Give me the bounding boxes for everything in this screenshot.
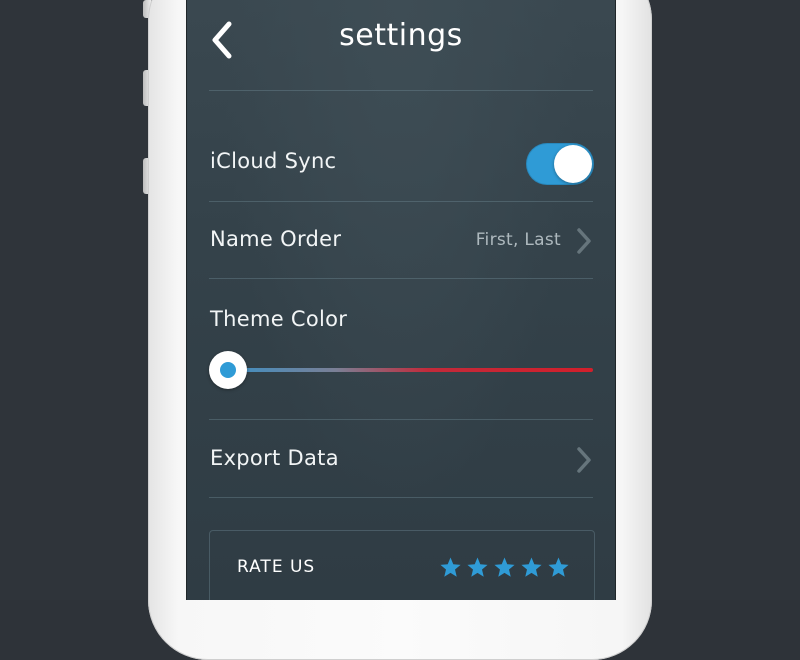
theme-color-slider-handle[interactable] <box>209 351 247 389</box>
star-icon[interactable] <box>439 556 462 579</box>
settings-screen: settings iCloud Sync Name Order First, L… <box>186 0 616 600</box>
name-order-label: Name Order <box>210 227 342 251</box>
star-icon[interactable] <box>547 556 570 579</box>
divider <box>209 278 593 279</box>
divider <box>209 419 593 420</box>
star-icon[interactable] <box>466 556 489 579</box>
divider <box>209 90 593 91</box>
name-order-value: First, Last <box>475 230 561 250</box>
rate-us-panel: RATE US <box>209 530 595 600</box>
slider-handle-dot <box>220 362 236 378</box>
star-icon[interactable] <box>520 556 543 579</box>
divider <box>209 201 593 202</box>
icloud-sync-label: iCloud Sync <box>210 149 337 173</box>
page-title: settings <box>339 18 463 53</box>
rate-us-label: RATE US <box>237 557 316 577</box>
theme-color-label: Theme Color <box>210 307 348 331</box>
navigation-bar: settings <box>187 0 615 90</box>
icloud-sync-toggle[interactable] <box>526 143 594 185</box>
chevron-right-icon[interactable] <box>575 446 593 474</box>
toggle-knob <box>554 145 592 183</box>
theme-color-slider-track[interactable] <box>227 368 593 372</box>
chevron-right-icon[interactable] <box>575 227 593 255</box>
star-icon[interactable] <box>493 556 516 579</box>
divider <box>209 497 593 498</box>
rating-stars <box>439 556 570 579</box>
export-data-label: Export Data <box>210 446 339 470</box>
